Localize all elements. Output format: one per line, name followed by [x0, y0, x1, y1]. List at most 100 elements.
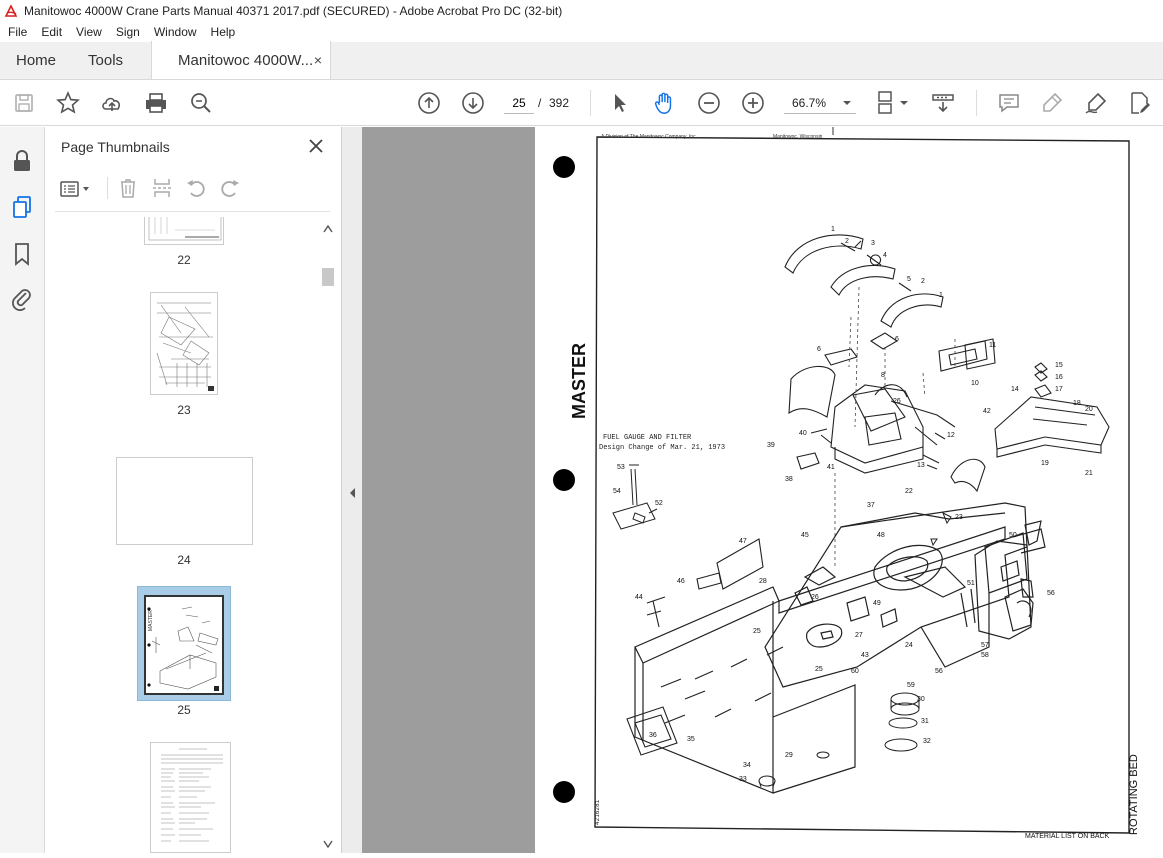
acrobat-logo-icon: [4, 4, 18, 18]
svg-text:42: 42: [983, 408, 991, 415]
highlight-pen-icon[interactable]: [1040, 91, 1064, 115]
svg-text:44: 44: [635, 594, 643, 601]
upload-icon[interactable]: [100, 91, 124, 115]
menu-edit[interactable]: Edit: [33, 25, 68, 39]
panel-splitter[interactable]: [342, 127, 362, 853]
options-menu-icon[interactable]: [59, 179, 93, 204]
svg-text:29: 29: [785, 752, 793, 759]
svg-text:MASTER: MASTER: [148, 610, 154, 631]
thumbnail-scrollbar[interactable]: [321, 220, 335, 853]
svg-text:13: 13: [917, 462, 925, 469]
menu-window[interactable]: Window: [146, 25, 203, 39]
svg-text:47: 47: [739, 538, 747, 545]
svg-text:10: 10: [971, 380, 979, 387]
tab-bar: Home Tools Manitowoc 4000W... ×: [0, 41, 1163, 80]
svg-text:57: 57: [981, 642, 989, 649]
tab-document-label: Manitowoc 4000W...: [178, 51, 314, 69]
thumbnail-page[interactable]: [116, 457, 253, 545]
lock-icon[interactable]: [10, 149, 34, 173]
svg-text:1: 1: [831, 226, 835, 233]
svg-text:2: 2: [921, 278, 925, 285]
svg-text:21: 21: [1085, 470, 1093, 477]
svg-text:40: 40: [799, 430, 807, 437]
attachments-icon[interactable]: [10, 287, 34, 311]
bookmark-star-icon[interactable]: [56, 91, 80, 115]
thumbnail-page[interactable]: [150, 742, 231, 853]
exploded-parts-drawing: 12 3 45 2 166 11108 264214 151617 182019 2…: [553, 127, 1140, 840]
svg-text:41: 41: [827, 464, 835, 471]
select-cursor-icon[interactable]: [608, 91, 632, 115]
bookmarks-icon[interactable]: [10, 242, 34, 266]
svg-text:50: 50: [1009, 532, 1017, 539]
doc-header-left: A Division of The Manitowoc Company, Inc…: [601, 134, 697, 140]
close-panel-icon[interactable]: [307, 137, 325, 155]
menu-sign[interactable]: Sign: [108, 25, 146, 39]
thumbnail-selected[interactable]: MASTER: [137, 586, 231, 701]
menu-help[interactable]: Help: [203, 25, 242, 39]
svg-text:14: 14: [1011, 386, 1019, 393]
svg-text:56: 56: [935, 668, 943, 675]
svg-text:20: 20: [1085, 406, 1093, 413]
close-tab-icon[interactable]: ×: [314, 52, 322, 68]
menu-view[interactable]: View: [68, 25, 108, 39]
page-thumbnails-panel: Page Thumbnails 22 23 24 MASTER 25: [45, 127, 342, 853]
comment-icon[interactable]: [997, 91, 1021, 115]
edit-document-icon[interactable]: [1128, 91, 1152, 115]
svg-text:6: 6: [895, 336, 899, 343]
menu-file[interactable]: File: [0, 25, 33, 39]
zoom-level-select[interactable]: 66.7%: [784, 92, 856, 114]
hand-tool-icon[interactable]: [652, 91, 676, 115]
thumbnail-page[interactable]: [150, 292, 218, 395]
rotate-cw-icon[interactable]: [219, 177, 241, 204]
title-bar: Manitowoc 4000W Crane Parts Manual 40371…: [0, 0, 1163, 22]
thumbnail-page: MASTER: [144, 595, 224, 695]
scroll-mode-icon[interactable]: [931, 91, 955, 115]
zoom-search-icon[interactable]: [189, 91, 213, 115]
thumbnail-label: 23: [177, 403, 191, 417]
svg-text:2: 2: [845, 238, 849, 245]
svg-text:1: 1: [939, 292, 943, 299]
svg-text:46: 46: [677, 578, 685, 585]
svg-text:16: 16: [1055, 374, 1063, 381]
toolbar-divider: [590, 90, 591, 116]
svg-text:51: 51: [967, 580, 975, 587]
page-display-icon[interactable]: [876, 91, 912, 115]
page-thumbnails-icon[interactable]: [10, 195, 34, 219]
sign-pen-icon[interactable]: [1084, 91, 1108, 115]
thumbnail-label: 22: [177, 253, 191, 267]
svg-text:53: 53: [617, 464, 625, 471]
page-up-icon[interactable]: [417, 91, 441, 115]
svg-text:33: 33: [739, 776, 747, 783]
left-rail: [0, 127, 45, 853]
svg-text:39: 39: [767, 442, 775, 449]
toolbar-divider: [976, 90, 977, 116]
print-icon[interactable]: [144, 91, 168, 115]
svg-text:25: 25: [815, 666, 823, 673]
doc-header-right: Manitowoc, Wisconsin: [773, 134, 823, 140]
rotate-ccw-icon[interactable]: [185, 177, 207, 204]
tab-home[interactable]: Home: [0, 41, 72, 79]
svg-text:32: 32: [923, 738, 931, 745]
zoom-out-icon[interactable]: [697, 91, 721, 115]
tab-tools[interactable]: Tools: [72, 41, 137, 79]
page-down-icon[interactable]: [461, 91, 485, 115]
page-total: 392: [549, 96, 570, 110]
svg-text:56: 56: [1047, 590, 1055, 597]
page-number-input[interactable]: [504, 92, 534, 114]
zoom-in-icon[interactable]: [741, 91, 765, 115]
svg-text:60: 60: [851, 668, 859, 675]
document-page[interactable]: 123 452 166 11 10 8 26 42 14 15 16 17 18 20 19 2…: [535, 127, 1163, 853]
svg-text:36: 36: [649, 732, 657, 739]
thumbnail-label: 24: [177, 553, 191, 567]
save-icon[interactable]: [12, 91, 36, 115]
delete-page-icon[interactable]: [117, 177, 139, 204]
svg-text:5: 5: [907, 276, 911, 283]
svg-text:23: 23: [955, 514, 963, 521]
insert-page-icon[interactable]: [151, 177, 173, 204]
panel-title: Page Thumbnails: [61, 139, 170, 155]
document-number: 4216281: [594, 799, 601, 825]
master-stamp: MASTER: [569, 343, 589, 419]
tab-document[interactable]: Manitowoc 4000W... ×: [151, 41, 332, 79]
thumbnail-page[interactable]: [144, 217, 224, 245]
svg-text:27: 27: [855, 632, 863, 639]
